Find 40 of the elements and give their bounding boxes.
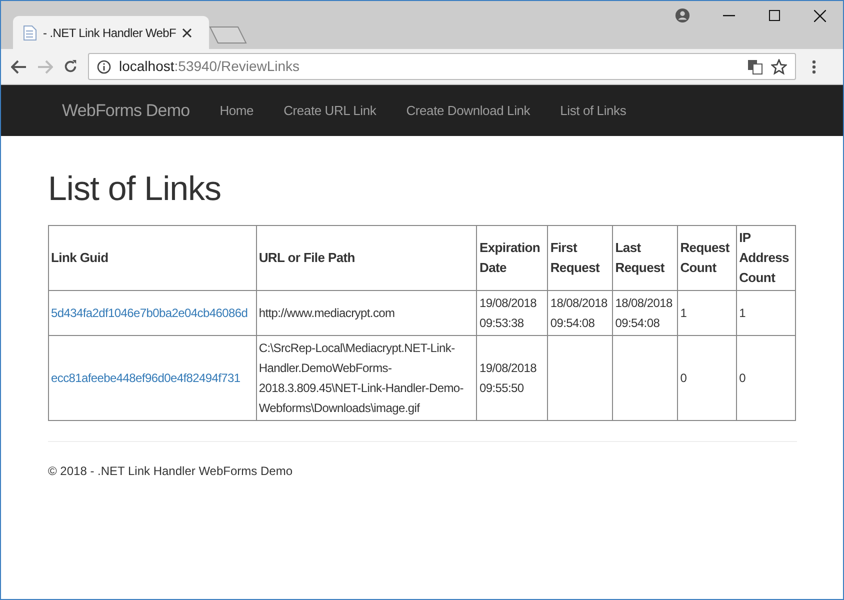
table-cell: 19/08/2018 09:55:50 bbox=[476, 336, 548, 420]
browser-tab[interactable]: - .NET Link Handler WebF bbox=[13, 16, 209, 49]
close-icon[interactable] bbox=[182, 28, 192, 38]
reload-icon[interactable] bbox=[63, 59, 78, 74]
table-cell: 0 bbox=[736, 336, 796, 420]
tab-title: - .NET Link Handler WebF bbox=[43, 24, 176, 42]
star-icon[interactable] bbox=[771, 58, 787, 74]
column-header: First Request bbox=[548, 226, 613, 290]
table-cell: 18/08/2018 09:54:08 bbox=[612, 290, 678, 336]
table-cell: 18/08/2018 09:54:08 bbox=[548, 290, 613, 336]
nav-link[interactable]: List of Links bbox=[545, 100, 642, 120]
nav-link[interactable]: Create URL Link bbox=[268, 100, 392, 120]
table-cell: C:\SrcRep-Local\Mediacrypt.NET-Link-Handler.DemoWebForms-2018.3.809.45\NET-Link-Handler-Demo-Webforms\Downloads\image.gif bbox=[256, 336, 477, 420]
nav-link[interactable]: Home bbox=[204, 100, 269, 120]
info-icon bbox=[97, 60, 111, 74]
guid-link[interactable]: ecc81afeebe448ef96d0e4f82494f731 bbox=[51, 371, 240, 385]
brand-link[interactable]: WebForms Demo bbox=[62, 98, 190, 124]
minimize-icon[interactable] bbox=[723, 15, 735, 17]
column-header: IP Address Count bbox=[736, 226, 796, 290]
page-icon bbox=[23, 24, 37, 40]
column-header: Link Guid bbox=[48, 226, 256, 290]
column-header: Request Count bbox=[678, 226, 737, 290]
maximize-icon[interactable] bbox=[769, 10, 780, 21]
table-cell: 19/08/2018 09:53:38 bbox=[476, 290, 548, 336]
address-text: localhost:53940/ReviewLinks bbox=[119, 57, 300, 76]
nav-link[interactable]: Create Download Link bbox=[391, 100, 546, 120]
close-icon[interactable] bbox=[814, 10, 826, 22]
table-cell: http://www.mediacrypt.com bbox=[256, 290, 477, 336]
column-header: Last Request bbox=[612, 226, 678, 290]
column-header: Expiration Date bbox=[476, 226, 548, 290]
table-cell: 1 bbox=[678, 290, 737, 336]
menu-icon[interactable] bbox=[812, 60, 816, 74]
page-heading: List of Links bbox=[48, 169, 222, 210]
table-cell: 1 bbox=[736, 290, 796, 336]
address-bar[interactable]: localhost:53940/ReviewLinks bbox=[88, 53, 796, 80]
footer-text: © 2018 - .NET Link Handler WebForms Demo bbox=[48, 463, 292, 480]
back-icon[interactable] bbox=[11, 60, 27, 74]
table-cell: 0 bbox=[678, 336, 737, 420]
profile-icon[interactable] bbox=[675, 8, 690, 23]
column-header: URL or File Path bbox=[256, 226, 477, 290]
